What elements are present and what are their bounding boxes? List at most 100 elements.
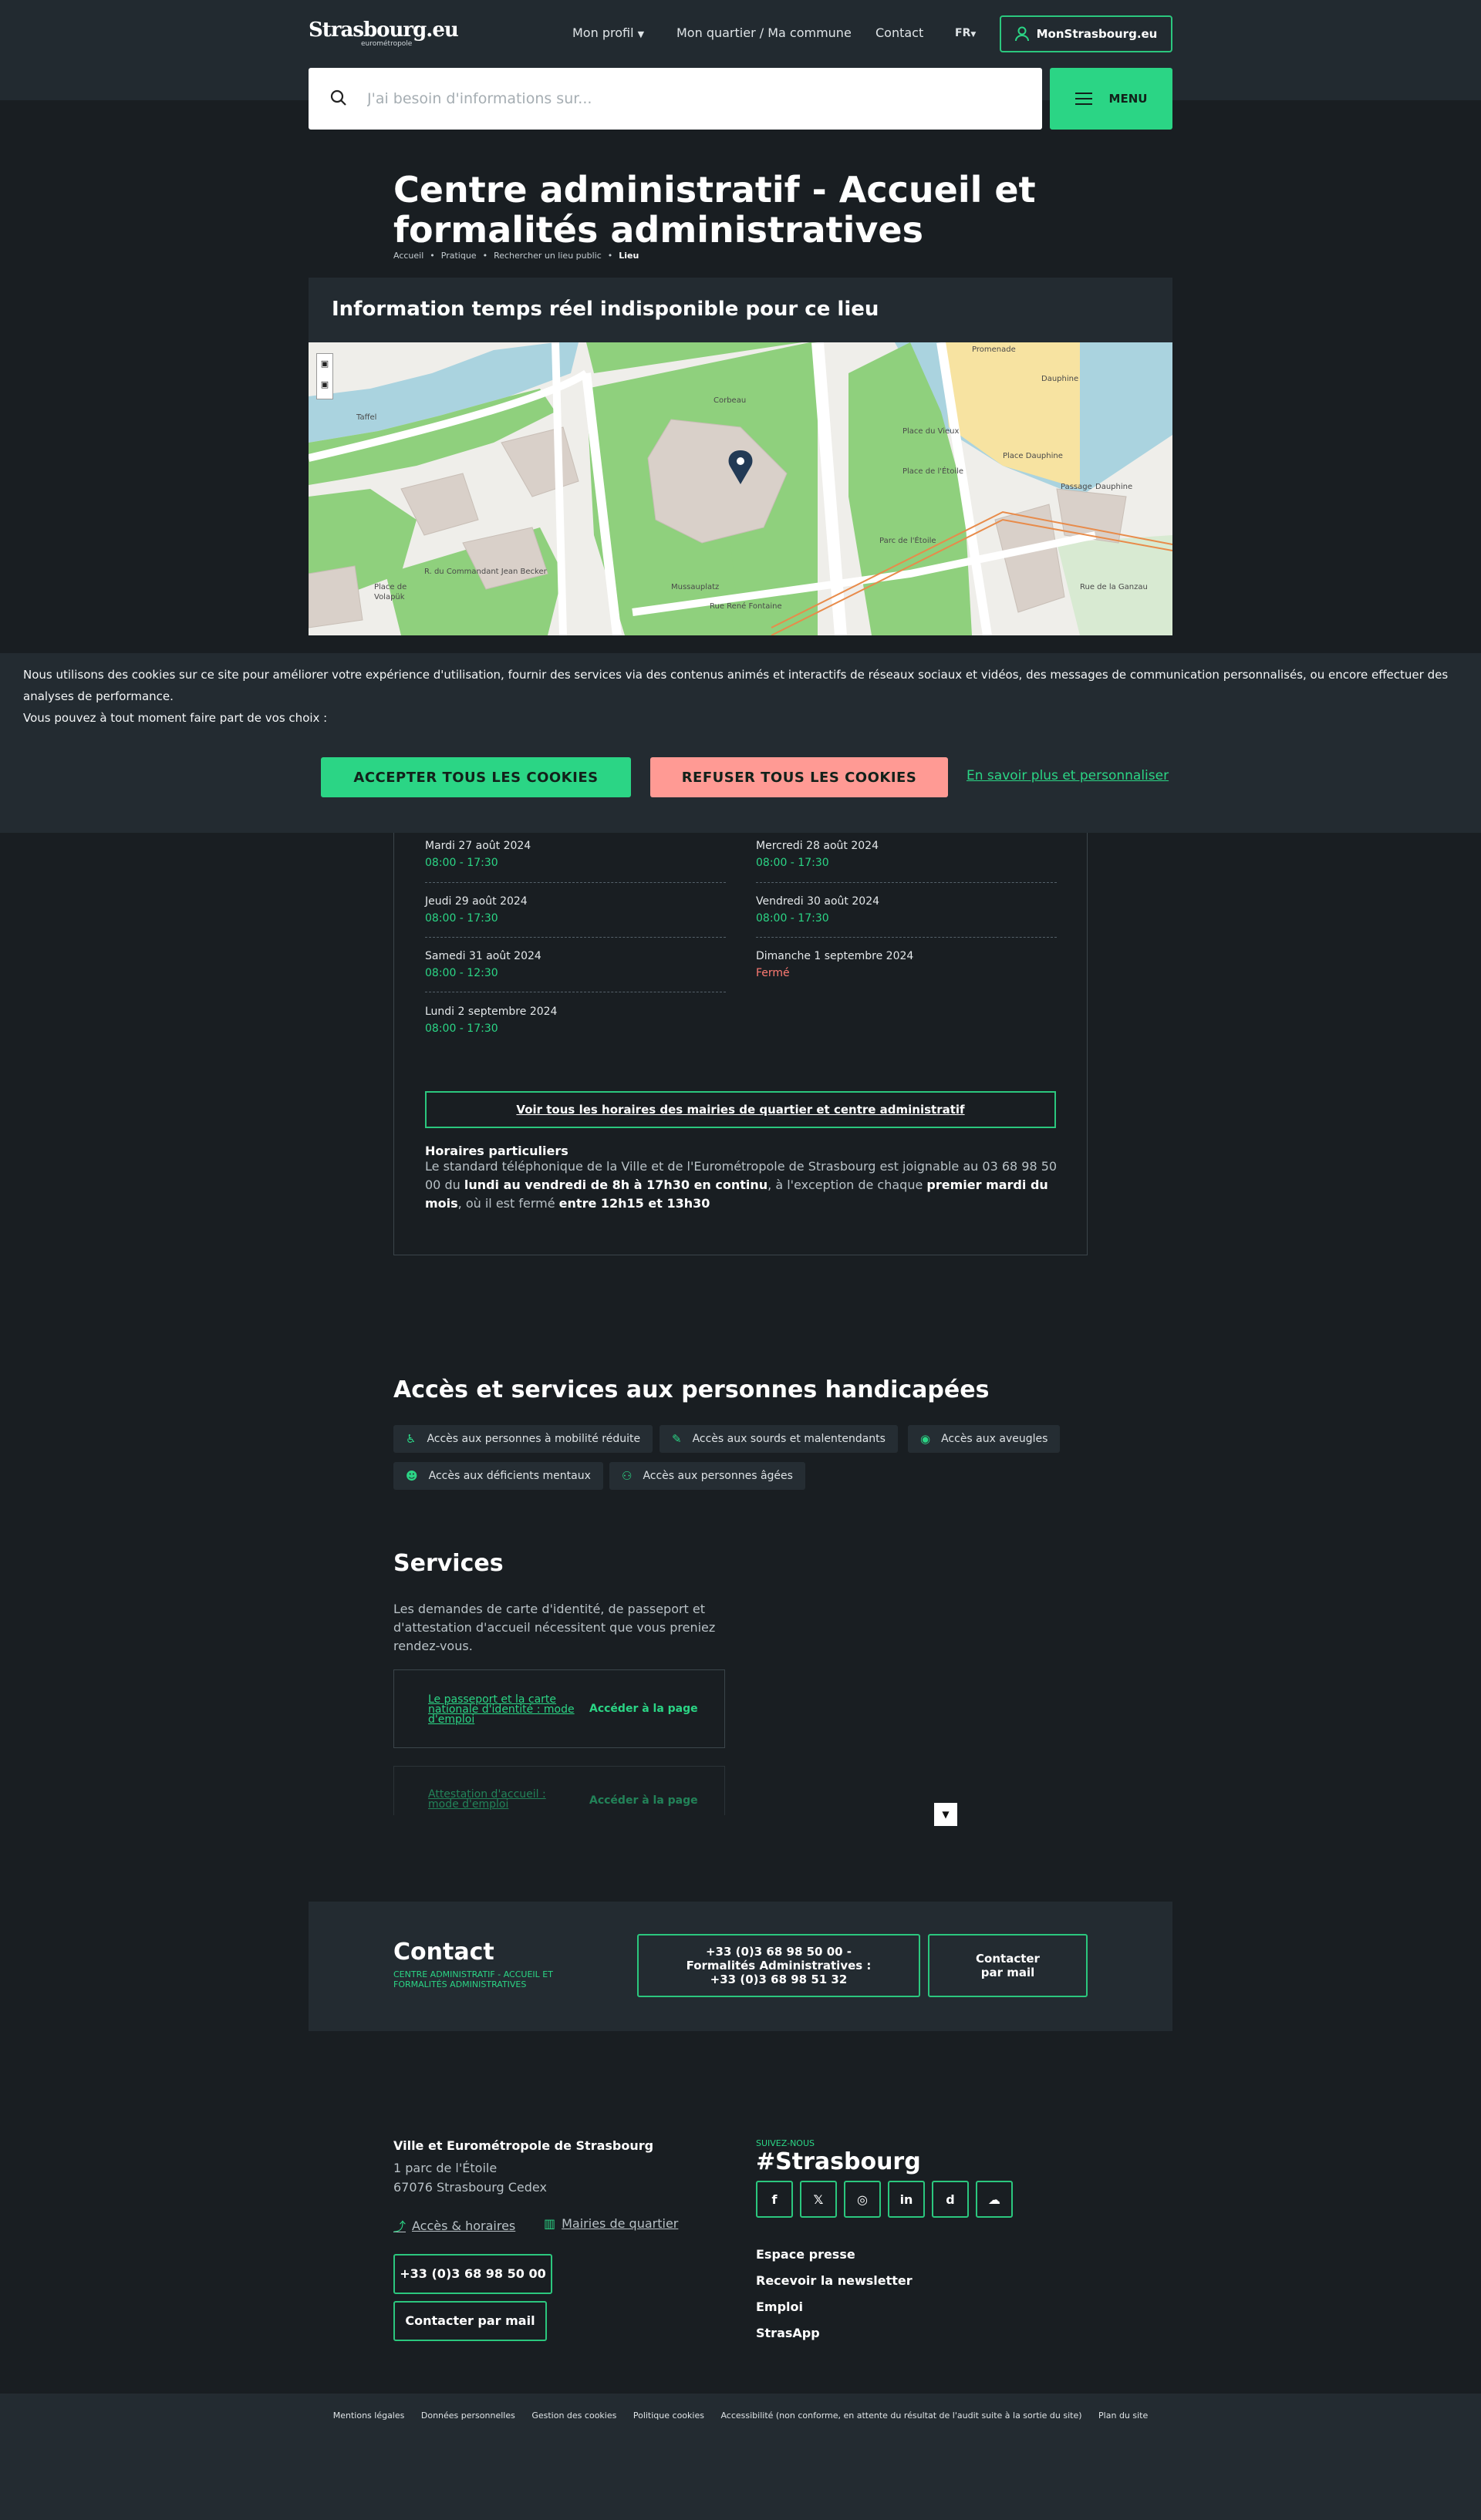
svg-text:Taffel: Taffel [356, 413, 376, 422]
footer-link-press[interactable]: Espace presse [756, 2247, 855, 2262]
site-header: Strasbourg.eu eurométropole Mon profil ▼… [0, 0, 1481, 130]
footer-link-hours[interactable]: ⤴ Accès & horaires [393, 2216, 515, 2235]
dailymotion-icon[interactable]: d [932, 2181, 969, 2218]
legal-plan[interactable]: Plan du site [1098, 2411, 1148, 2421]
chevron-down-icon[interactable]: ▼ [934, 1803, 957, 1826]
footer-link-strasapp[interactable]: StrasApp [756, 2326, 820, 2340]
access-tag-deaf: ✎ Accès aux sourds et malentendants [660, 1425, 898, 1453]
head-icon: ☻ [406, 1469, 418, 1483]
access-tag-mental: ☻ Accès aux déficients mentaux [393, 1462, 603, 1490]
legal-donnees[interactable]: Données personnelles [421, 2411, 515, 2421]
services-title: Services [393, 1550, 504, 1577]
footer-link-newsletter[interactable]: Recevoir la newsletter [756, 2273, 913, 2288]
service-card-action[interactable]: Accéder à la page [589, 1794, 698, 1807]
footer-mail-button[interactable]: Contacter par mail [393, 2301, 547, 2341]
instagram-icon[interactable]: ◎ [844, 2181, 881, 2218]
hours-day: Mercredi 28 août 2024 08:00 - 17:30 [756, 840, 879, 869]
breadcrumb-pratique[interactable]: Pratique [441, 251, 477, 261]
breadcrumb: Accueil • Pratique • Rechercher un lieu pu… [393, 251, 639, 261]
svg-text:Corbeau: Corbeau [714, 396, 746, 405]
page-title: Centre administratif - Accueil et formal… [393, 169, 1036, 251]
realtime-banner: Information temps réel indisponible pour… [309, 278, 1172, 342]
hours-day: Mardi 27 août 2024 08:00 - 17:30 [425, 840, 531, 869]
footer-org: Ville et Eurométropole de Strasbourg [393, 2138, 654, 2153]
linkedin-icon[interactable]: in [888, 2181, 925, 2218]
footer-link-emploi[interactable]: Emploi [756, 2299, 803, 2314]
route-icon: ⤴ [393, 2219, 407, 2234]
cookie-choice-text: Vous pouvez à tout moment faire part de … [23, 711, 328, 725]
breadcrumb-current: Lieu [619, 251, 639, 261]
chevron-down-icon: ▼ [970, 31, 977, 39]
svg-text:Promenade: Promenade [972, 345, 1016, 354]
special-hours-text: Le standard téléphonique de la Ville et … [425, 1159, 1058, 1211]
search-input[interactable] [367, 86, 1015, 111]
search-icon[interactable] [330, 89, 347, 106]
contact-mail-button[interactable]: Contacter par mail [928, 1934, 1088, 1997]
svg-text:Place de l'Étoile: Place de l'Étoile [902, 466, 963, 476]
contact-title: Contact [393, 1939, 494, 1966]
svg-text:Rue de la Ganzau: Rue de la Ganzau [1080, 583, 1148, 591]
x-twitter-icon[interactable]: 𝕏 [800, 2181, 837, 2218]
legal-mentions[interactable]: Mentions légales [333, 2411, 405, 2421]
map-canvas: Corbeau Taffel Promenade Place du Vieux … [309, 342, 1172, 635]
menu-button[interactable]: MENU [1050, 68, 1172, 130]
footer-link-mairies[interactable]: ▥ Mairies de quartier [544, 2216, 678, 2231]
refuse-cookies-button[interactable]: REFUSER TOUS LES COOKIES [650, 757, 948, 797]
search-bar [309, 68, 1042, 130]
service-card[interactable]: Attestation d'accueil : mode d'emploi Ac… [393, 1766, 725, 1815]
hours-day: Jeudi 29 août 2024 08:00 - 17:30 [425, 895, 528, 925]
footer-phone-button[interactable]: +33 (0)3 68 98 50 00 [393, 2254, 552, 2294]
service-card-link[interactable]: Attestation d'accueil : mode d'emploi [428, 1789, 575, 1810]
service-card-action[interactable]: Accéder à la page [589, 1703, 698, 1715]
hours-day: Lundi 2 septembre 2024 08:00 - 17:30 [425, 1006, 558, 1035]
logo-sub: eurométropole [361, 40, 413, 48]
svg-text:Rue René Fontaine: Rue René Fontaine [710, 601, 782, 611]
footer-address: 1 parc de l'Étoile 67076 Strasbourg Cedex [393, 2161, 547, 2195]
service-card-link[interactable]: Le passeport et la carte nationale d'ide… [428, 1694, 575, 1725]
accept-cookies-button[interactable]: ACCEPTER TOUS LES COOKIES [321, 757, 631, 797]
customize-cookies-link[interactable]: En savoir plus et personnaliser [967, 768, 1169, 783]
svg-text:Parc de l'Étoile: Parc de l'Étoile [879, 535, 936, 545]
wheelchair-icon: ♿ [406, 1432, 417, 1446]
svg-text:Dauphine: Dauphine [1041, 375, 1078, 383]
map-zoom-controls[interactable]: ▣ ▣ [316, 353, 333, 399]
contact-phone-button[interactable]: +33 (0)3 68 98 50 00 - Formalités Adminis… [637, 1934, 920, 1997]
access-tag-blind: ◉ Accès aux aveugles [908, 1425, 1061, 1453]
language-selector[interactable]: FR▼ [955, 27, 976, 39]
logo-main: Strasbourg.eu [309, 19, 459, 42]
svg-text:Place Dauphine: Place Dauphine [1003, 452, 1063, 460]
legal-politique-cookies[interactable]: Politique cookies [633, 2411, 704, 2421]
service-card[interactable]: Le passeport et la carte nationale d'ide… [393, 1669, 725, 1748]
nav-mon-quartier[interactable]: Mon quartier / Ma commune [676, 25, 852, 40]
svg-text:Volapük: Volapük [374, 593, 405, 601]
nav-mon-profil[interactable]: Mon profil ▼ [572, 25, 644, 40]
cookie-banner: Nous utilisons des cookies sur ce site p… [0, 653, 1481, 833]
account-button[interactable]: MonStrasbourg.eu [1000, 15, 1172, 52]
location-map[interactable]: Corbeau Taffel Promenade Place du Vieux … [309, 342, 1172, 635]
contact-subtitle: Centre administratif - Accueil et formal… [393, 1969, 553, 1989]
access-tag-mobility: ♿ Accès aux personnes à mobilité réduite [393, 1425, 653, 1453]
breadcrumb-accueil[interactable]: Accueil [393, 251, 423, 261]
follow-label: Suivez-nous [756, 2138, 815, 2148]
chevron-down-icon: ▼ [637, 29, 645, 39]
building-icon: ▥ [544, 2216, 556, 2231]
special-hours-title: Horaires particuliers [425, 1144, 568, 1158]
svg-text:Dauphine: Dauphine [1095, 483, 1132, 491]
svg-text:Mussauplatz: Mussauplatz [671, 583, 719, 591]
svg-text:Place du Vieux: Place du Vieux [902, 427, 960, 436]
all-hours-button[interactable]: Voir tous les horaires des mairies de qu… [425, 1091, 1056, 1128]
soundcloud-icon[interactable]: ☁ [976, 2181, 1013, 2218]
legal-accessibilite[interactable]: Accessibilité (non conforme, en attente … [720, 2411, 1081, 2421]
legal-gestion-cookies[interactable]: Gestion des cookies [531, 2411, 616, 2421]
breadcrumb-rechercher[interactable]: Rechercher un lieu public [494, 251, 602, 261]
hours-day: Vendredi 30 août 2024 08:00 - 17:30 [756, 895, 880, 925]
nav-contact[interactable]: Contact [875, 25, 923, 40]
svg-text:Passage: Passage [1061, 483, 1092, 491]
legal-bar: Mentions légales Données personnelles Ge… [0, 2394, 1481, 2520]
facebook-icon[interactable]: f [756, 2181, 793, 2218]
access-tag-elderly: ⚇ Accès aux personnes âgées [609, 1462, 805, 1490]
hamburger-icon [1074, 89, 1092, 109]
hours-day: Samedi 31 août 2024 08:00 - 12:30 [425, 950, 541, 979]
elderly-icon: ⚇ [622, 1469, 633, 1483]
strasbourg-logo[interactable]: Strasbourg.eu eurométropole [309, 19, 459, 49]
